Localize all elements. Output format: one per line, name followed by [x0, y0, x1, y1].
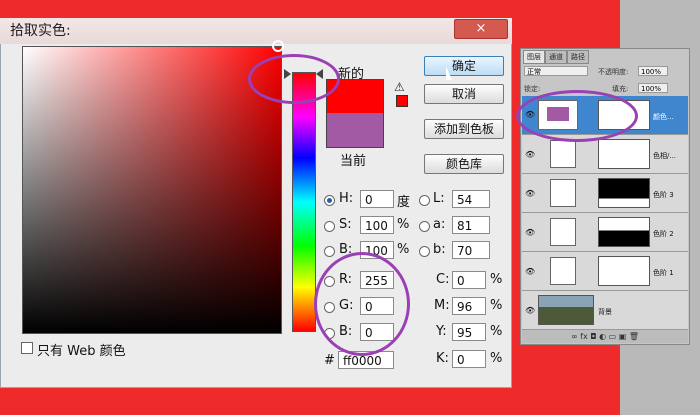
black-unit: % — [490, 351, 503, 366]
lab-a-input[interactable]: 81 — [452, 216, 490, 234]
eye-icon[interactable]: 👁 — [525, 189, 535, 198]
saturation-brightness-field[interactable] — [22, 46, 282, 334]
layers-panel-toolbar[interactable]: ∞ fx ◘ ◐ ▭ ▣ 🗑 — [522, 330, 688, 343]
layer-name: 颜色... — [653, 113, 674, 121]
levels-icon — [550, 179, 576, 207]
gamut-color-chip[interactable] — [396, 95, 408, 107]
yellow-input[interactable]: 95 — [452, 323, 486, 341]
tab-channels[interactable]: 通道 — [545, 50, 567, 64]
radio-lightness[interactable] — [419, 195, 430, 206]
annotation-ellipse-layer — [516, 90, 638, 142]
cancel-button[interactable]: 取消 — [424, 84, 504, 104]
levels-icon — [550, 218, 576, 246]
opacity-label: 不透明度: — [598, 68, 629, 76]
lab-b-input[interactable]: 70 — [452, 241, 490, 259]
lab-b-label: b: — [433, 242, 446, 257]
radio-lab-a[interactable] — [419, 221, 430, 232]
fill-label: 填充: — [612, 85, 629, 93]
radio-brightness[interactable] — [324, 246, 335, 257]
cyan-input[interactable]: 0 — [452, 271, 486, 289]
eye-icon[interactable]: 👁 — [525, 267, 535, 276]
lock-label: 锁定: — [524, 85, 541, 93]
color-libraries-button[interactable]: 颜色库 — [424, 154, 504, 174]
layer-name: 色阶 3 — [653, 191, 674, 199]
blend-mode-select[interactable]: 正常 — [524, 66, 588, 76]
yellow-unit: % — [490, 324, 503, 339]
levels-icon — [550, 257, 576, 285]
tab-paths[interactable]: 路径 — [567, 50, 589, 64]
background-layer-thumb[interactable] — [538, 295, 594, 325]
lab-a-label: a: — [433, 217, 446, 232]
tab-layers[interactable]: 图层 — [523, 50, 545, 64]
eye-icon[interactable]: 👁 — [525, 150, 535, 159]
saturation-input[interactable]: 100 — [360, 216, 394, 234]
lightness-input[interactable]: 54 — [452, 190, 490, 208]
hex-label: # — [324, 353, 335, 368]
saturation-label: S: — [339, 217, 352, 232]
color-field-marker[interactable] — [272, 40, 284, 52]
web-colors-only-label: 只有 Web 颜色 — [37, 344, 126, 359]
cyan-unit: % — [490, 272, 503, 287]
layer-mask-thumb[interactable] — [598, 256, 650, 286]
lightness-label: L: — [433, 191, 445, 206]
layer-name: 色阶 1 — [653, 269, 674, 277]
add-to-swatches-button[interactable]: 添加到色板 — [424, 119, 504, 139]
dialog-titlebar — [0, 18, 512, 44]
radio-hue[interactable] — [324, 195, 335, 206]
black-label: K: — [436, 351, 449, 366]
magenta-unit: % — [490, 298, 503, 313]
radio-lab-b[interactable] — [419, 246, 430, 257]
eye-icon[interactable]: 👁 — [525, 228, 535, 237]
black-input[interactable]: 0 — [452, 350, 486, 368]
layer-name: 色阶 2 — [653, 230, 674, 238]
hue-slider[interactable] — [292, 72, 316, 332]
web-colors-only-checkbox[interactable] — [21, 342, 33, 354]
brightness-unit: % — [397, 242, 410, 257]
close-icon[interactable]: × — [454, 19, 508, 39]
cyan-label: C: — [436, 272, 450, 287]
hue-saturation-icon — [550, 140, 576, 168]
layer-mask-thumb[interactable] — [598, 139, 650, 169]
radio-saturation[interactable] — [324, 221, 335, 232]
current-color-label: 当前 — [340, 154, 367, 169]
saturation-unit: % — [397, 217, 410, 232]
layer-mask-thumb[interactable] — [598, 217, 650, 247]
annotation-ellipse-hue-top — [248, 54, 340, 104]
yellow-label: Y: — [436, 324, 447, 339]
warning-icon[interactable]: ⚠ — [394, 80, 405, 94]
hue-input[interactable]: 0 — [360, 190, 394, 208]
fill-input[interactable]: 100% — [638, 83, 668, 93]
current-color-swatch[interactable] — [326, 113, 384, 148]
magenta-input[interactable]: 96 — [452, 297, 486, 315]
eye-icon[interactable]: 👁 — [525, 306, 535, 315]
annotation-ellipse-rgb — [314, 252, 410, 356]
layer-name: 色相/... — [653, 152, 677, 160]
hue-label: H: — [339, 191, 354, 206]
opacity-input[interactable]: 100% — [638, 66, 668, 76]
dialog-title: 拾取实色: — [10, 23, 71, 39]
hue-unit: 度 — [397, 195, 411, 210]
layer-name: 背景 — [598, 308, 612, 316]
layer-mask-thumb[interactable] — [598, 178, 650, 208]
ok-button[interactable]: 确定 — [424, 56, 504, 76]
magenta-label: M: — [434, 298, 450, 313]
mouse-cursor-icon — [446, 66, 452, 80]
